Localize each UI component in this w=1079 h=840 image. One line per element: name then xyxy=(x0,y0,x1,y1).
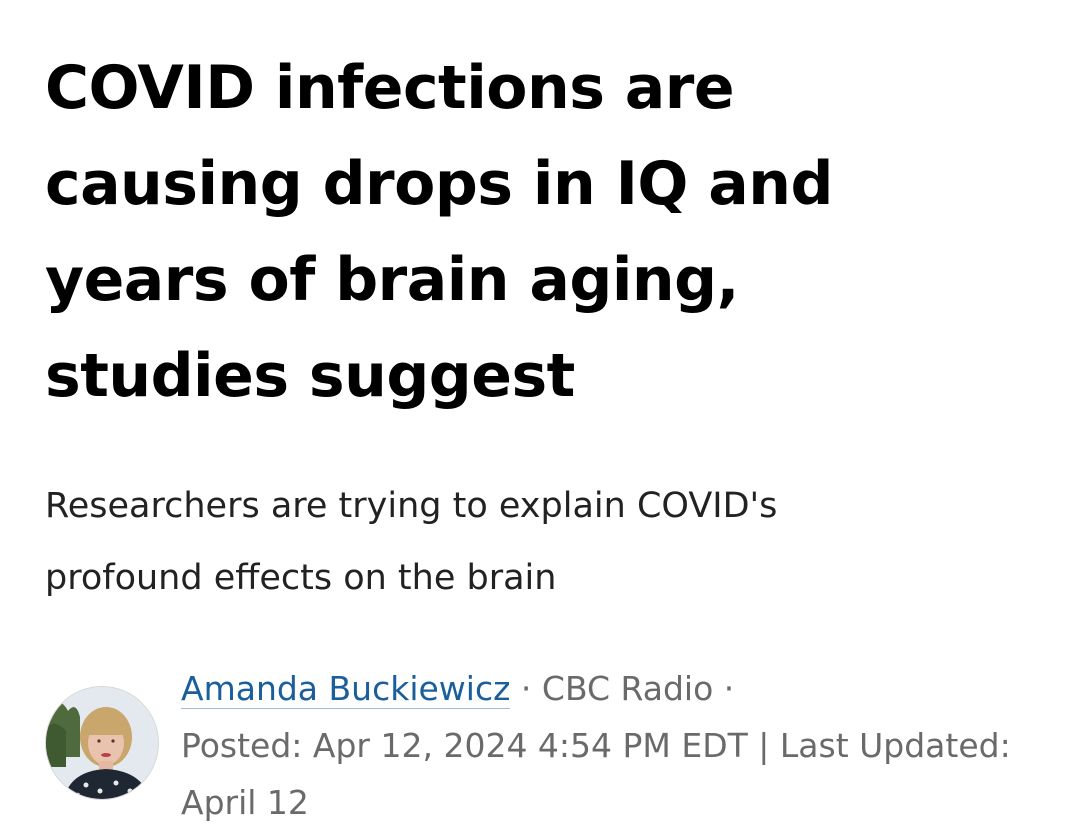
byline-separator: · xyxy=(723,669,735,708)
byline: Amanda Buckiewicz · CBC Radio · Posted: … xyxy=(45,660,1045,830)
author-avatar[interactable] xyxy=(45,686,159,800)
byline-separator: · xyxy=(520,669,532,708)
article-deck: Researchers are trying to explain COVID'… xyxy=(45,486,778,598)
author-photo xyxy=(46,687,158,799)
article-header: COVID infections are causing drops in IQ… xyxy=(45,40,1045,424)
outlet-name: CBC Radio xyxy=(541,669,714,708)
author-link[interactable]: Amanda Buckiewicz xyxy=(181,669,511,709)
headline: COVID infections are causing drops in IQ… xyxy=(45,53,833,411)
posted-updated-time: Posted: Apr 12, 2024 4:54 PM EDT | Last … xyxy=(181,726,1011,822)
byline-meta: Amanda Buckiewicz · CBC Radio · Posted: … xyxy=(181,660,1041,831)
